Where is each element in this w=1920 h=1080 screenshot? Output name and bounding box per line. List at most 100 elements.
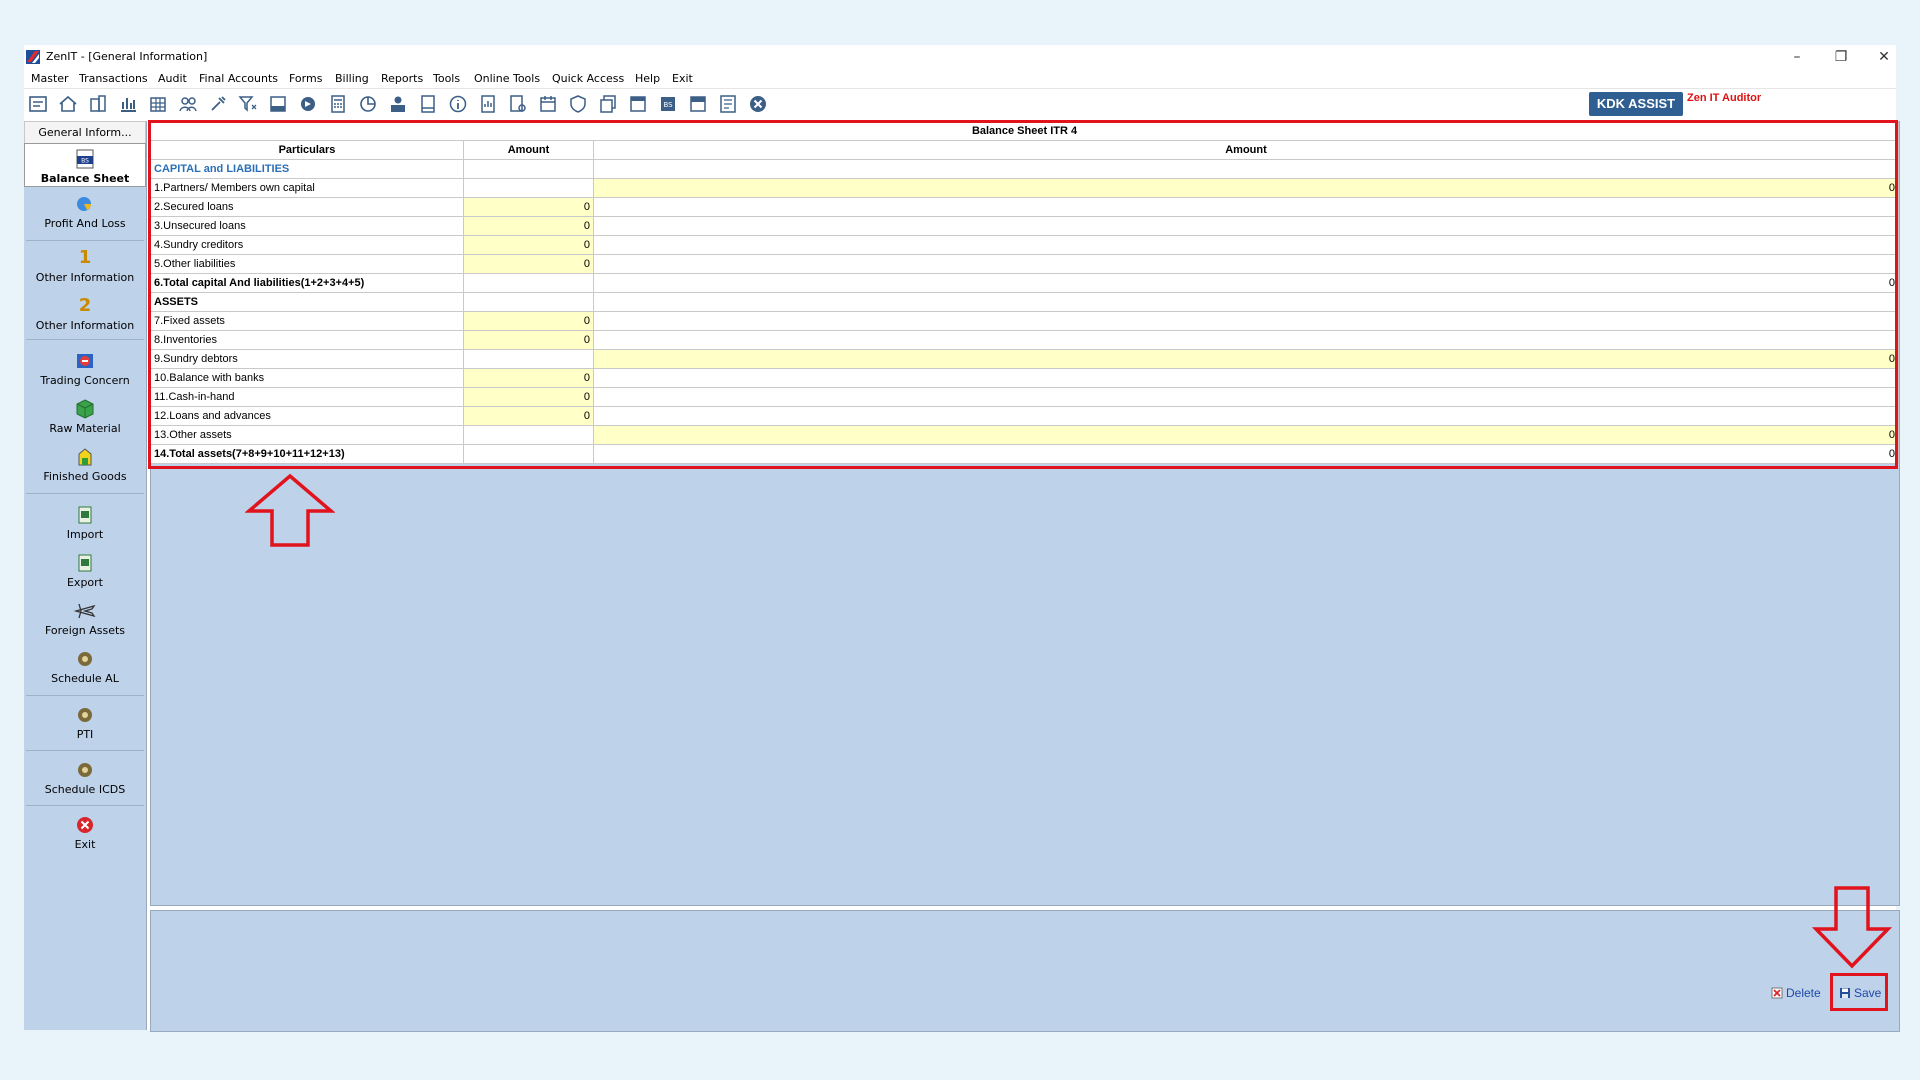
sidebar-item-foreign-assets[interactable]: Foreign Assets	[24, 600, 146, 637]
delete-label: Delete	[1786, 986, 1821, 1000]
sidebar-tab-general-information[interactable]: General Inform...	[24, 121, 146, 144]
home-icon[interactable]	[58, 94, 78, 114]
sidebar-item-finished-goods[interactable]: Finished Goods	[24, 446, 146, 483]
sidebar-item-label: PTI	[76, 728, 94, 741]
sidebar-item-pti[interactable]: PTI	[24, 704, 146, 741]
trading-icon	[77, 354, 93, 368]
menu-billing[interactable]: Billing	[335, 72, 369, 85]
filter-icon[interactable]	[238, 94, 258, 114]
form-icon[interactable]	[718, 94, 738, 114]
3cd-icon[interactable]	[688, 94, 708, 114]
sidebar-item-label: Finished Goods	[43, 470, 127, 483]
pay-user-icon[interactable]	[388, 94, 408, 114]
report-icon[interactable]	[478, 94, 498, 114]
profit-loss-icon	[77, 197, 91, 211]
users-icon[interactable]	[178, 94, 198, 114]
svg-text:BS: BS	[81, 158, 89, 165]
window-icon[interactable]	[628, 94, 648, 114]
book-icon[interactable]	[418, 94, 438, 114]
sidebar-item-raw-material[interactable]: Raw Material	[24, 398, 146, 435]
menu-bar: Master Transactions Audit Final Accounts…	[24, 69, 1896, 88]
bar-chart-icon[interactable]	[118, 94, 138, 114]
info-icon[interactable]	[448, 94, 468, 114]
menu-forms[interactable]: Forms	[289, 72, 322, 85]
sidebar-item-other-information-1[interactable]: 1 Other Information	[24, 247, 146, 284]
shield-icon[interactable]	[568, 94, 588, 114]
sidebar-item-label: Profit And Loss	[44, 217, 126, 230]
bottom-action-panel	[150, 910, 1900, 1032]
left-sidebar: General Inform... BS Balance Sheet Profi…	[24, 121, 147, 1030]
menu-reports[interactable]: Reports	[381, 72, 423, 85]
close-button[interactable]: ✕	[1869, 47, 1899, 67]
menu-audit[interactable]: Audit	[158, 72, 187, 85]
raw-material-icon	[76, 399, 94, 419]
close-circle-icon[interactable]	[748, 94, 768, 114]
open-icon[interactable]	[28, 94, 48, 114]
save-highlight-box	[1830, 973, 1888, 1011]
title-bar: ZenIT - [General Information] – ❐ ✕	[24, 45, 1896, 69]
tools-icon[interactable]	[208, 94, 228, 114]
menu-tools[interactable]: Tools	[433, 72, 460, 85]
zen-it-auditor-label[interactable]: Zen IT Auditor	[1687, 92, 1761, 104]
sidebar-item-label: Export	[66, 576, 103, 589]
menu-online-tools[interactable]: Online Tools	[474, 72, 540, 85]
app-window: ZenIT - [General Information] – ❐ ✕ Mast…	[24, 45, 1900, 1032]
building-icon[interactable]	[88, 94, 108, 114]
calendar-icon[interactable]	[538, 94, 558, 114]
up-arrow-annotation-icon	[245, 473, 335, 547]
record-icon[interactable]	[298, 94, 318, 114]
sidebar-item-balance-sheet[interactable]: BS Balance Sheet	[24, 143, 146, 187]
sidebar-item-profit-and-loss[interactable]: Profit And Loss	[24, 193, 146, 230]
copy-icon[interactable]	[598, 94, 618, 114]
grid-highlight-box	[148, 120, 1898, 469]
schedule-icon	[78, 652, 92, 666]
exit-icon	[77, 817, 93, 833]
sidebar-item-label: Foreign Assets	[44, 624, 126, 637]
menu-quick-access[interactable]: Quick Access	[552, 72, 624, 85]
number-one-icon: 1	[78, 247, 92, 268]
finished-goods-icon	[78, 448, 92, 466]
number-two-icon: 2	[78, 295, 92, 316]
sidebar-item-label: Balance Sheet	[40, 172, 130, 185]
schedule-icon	[78, 763, 92, 777]
kdk-assist-button[interactable]: KDK ASSIST	[1589, 92, 1683, 116]
sidebar-item-label: Schedule AL	[51, 672, 119, 685]
bs-icon[interactable]: BS	[658, 94, 678, 114]
airplane-icon	[74, 603, 96, 619]
sidebar-item-import[interactable]: Import	[24, 504, 146, 541]
minimize-button[interactable]: –	[1782, 47, 1812, 67]
sidebar-item-label: Other Information	[35, 319, 135, 332]
delete-button[interactable]: Delete	[1771, 986, 1821, 1000]
delete-icon	[1771, 987, 1783, 999]
sidebar-item-label: Exit	[74, 838, 96, 851]
menu-exit[interactable]: Exit	[672, 72, 693, 85]
sidebar-item-label: Raw Material	[49, 422, 121, 435]
sidebar-item-schedule-icds[interactable]: Schedule ICDS	[24, 759, 146, 796]
document-search-icon[interactable]	[508, 94, 528, 114]
zenit-logo-icon	[26, 50, 40, 64]
menu-transactions[interactable]: Transactions	[79, 72, 148, 85]
import-icon	[78, 506, 92, 524]
balance-sheet-icon: BS	[76, 149, 94, 169]
svg-text:BS: BS	[663, 101, 673, 109]
sidebar-item-other-information-2[interactable]: 2 Other Information	[24, 295, 146, 332]
menu-final-accounts[interactable]: Final Accounts	[199, 72, 278, 85]
sidebar-item-schedule-al[interactable]: Schedule AL	[24, 648, 146, 685]
schedule-icon	[78, 708, 92, 722]
sidebar-item-exit[interactable]: Exit	[24, 814, 146, 851]
menu-master[interactable]: Master	[31, 72, 69, 85]
restore-button[interactable]: ❐	[1826, 47, 1856, 67]
sidebar-item-trading-concern[interactable]: Trading Concern	[24, 350, 146, 387]
sidebar-item-label: Trading Concern	[40, 374, 130, 387]
sidebar-item-label: Import	[66, 528, 104, 541]
menu-help[interactable]: Help	[635, 72, 660, 85]
tax-icon[interactable]	[268, 94, 288, 114]
window-title: ZenIT - [General Information]	[46, 50, 208, 63]
calculator-icon[interactable]	[328, 94, 348, 114]
sidebar-item-label: Schedule ICDS	[44, 783, 126, 796]
calendar-grid-icon[interactable]	[148, 94, 168, 114]
sidebar-item-label: Other Information	[35, 271, 135, 284]
pie-chart-icon[interactable]	[358, 94, 378, 114]
export-icon	[78, 554, 92, 572]
sidebar-item-export[interactable]: Export	[24, 552, 146, 589]
